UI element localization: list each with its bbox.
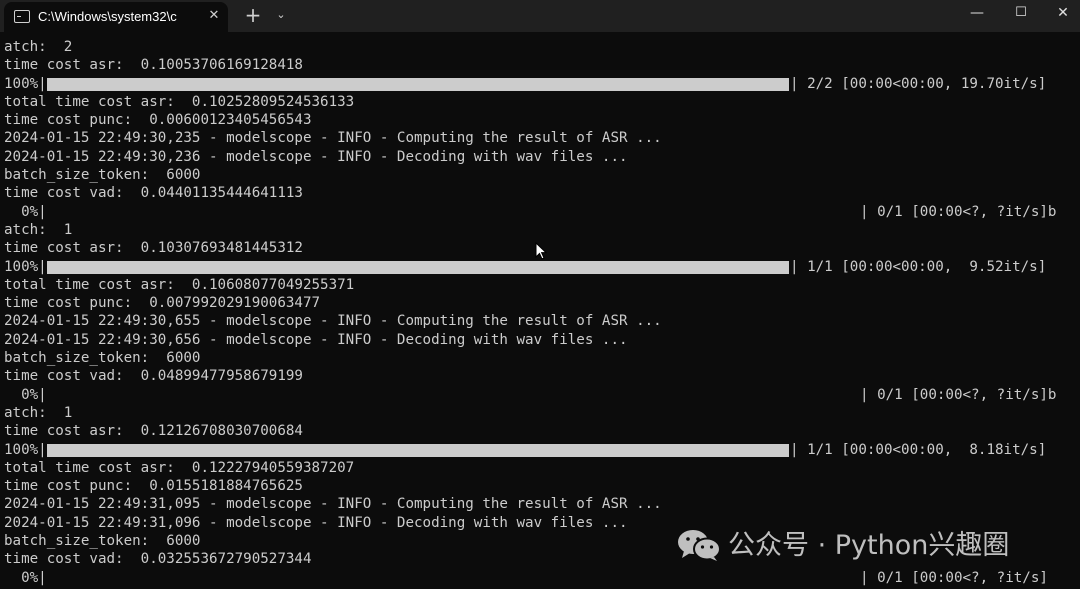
console-line: total time cost asr: 0.10252809524536133 bbox=[4, 93, 355, 110]
progress-percent: 100%| bbox=[4, 258, 47, 275]
tab-close-icon[interactable]: ✕ bbox=[204, 6, 224, 26]
console-line: time cost punc: 0.00600123405456543 bbox=[4, 112, 312, 129]
chevron-down-icon[interactable]: ⌄ bbox=[270, 3, 292, 27]
console-line: batch_size_token: 6000 bbox=[4, 350, 201, 367]
terminal-tab[interactable]: C:\Windows\system32\c ✕ bbox=[4, 2, 228, 32]
mouse-cursor-icon bbox=[535, 242, 547, 260]
progress-percent: 100%| bbox=[4, 75, 47, 92]
progress-stats: | 0/1 [00:00<?, ?it/s]b bbox=[860, 203, 1057, 220]
watermark: 公众号 · Python兴趣圈 bbox=[676, 524, 1056, 568]
console-line: time cost punc: 0.0155181884765625 bbox=[4, 478, 303, 495]
close-window-button[interactable]: ✕ bbox=[1040, 0, 1080, 28]
console-line: total time cost asr: 0.12227940559387207 bbox=[4, 459, 355, 476]
new-tab-button[interactable]: + bbox=[240, 3, 266, 27]
console-line: 2024-01-15 22:49:30,655 - modelscope - I… bbox=[4, 313, 662, 330]
console-line: total time cost asr: 0.10608077049255371 bbox=[4, 276, 355, 293]
console-output[interactable]: atch: 2 time cost asr: 0.1005370616912841… bbox=[4, 38, 1076, 587]
progress-bar-line: 0%| | 0/1 [00:00<?, ?it/s]b bbox=[4, 386, 1076, 404]
watermark-text: 公众号 · Python兴趣圈 bbox=[728, 530, 1010, 561]
progress-stats: | 1/1 [00:00<00:00, 9.52it/s] bbox=[790, 258, 1047, 275]
console-line: 2024-01-15 22:49:31,095 - modelscope - I… bbox=[4, 496, 662, 513]
progress-stats: | 0/1 [00:00<?, ?it/s]b bbox=[860, 386, 1057, 403]
progress-bar-line: 0%| | 0/1 [00:00<?, ?it/s] bbox=[4, 569, 1076, 587]
console-line: time cost vad: 0.04899477958679199 bbox=[4, 368, 303, 385]
console-line: 2024-01-15 22:49:30,235 - modelscope - I… bbox=[4, 130, 662, 147]
progress-bar-line: 100%| | 1/1 [00:00<00:00, 9.52it/s] bbox=[4, 258, 1076, 276]
progress-percent: 0%| bbox=[4, 569, 47, 586]
console-line: 2024-01-15 22:49:30,236 - modelscope - I… bbox=[4, 148, 628, 165]
progress-percent: 100%| bbox=[4, 441, 47, 458]
tab-title: C:\Windows\system32\c bbox=[38, 9, 177, 24]
progress-bar-line: 0%| | 0/1 [00:00<?, ?it/s]b bbox=[4, 203, 1076, 221]
progress-stats: | 2/2 [00:00<00:00, 19.70it/s] bbox=[790, 75, 1047, 92]
progress-percent: 0%| bbox=[4, 386, 47, 403]
console-line: time cost punc: 0.007992029190063477 bbox=[4, 295, 321, 312]
progress-bar-fill bbox=[47, 443, 789, 457]
title-bar: C:\Windows\system32\c ✕ + ⌄ — ☐ ✕ bbox=[0, 0, 1080, 32]
console-line: atch: 1 bbox=[4, 221, 73, 238]
console-line: batch_size_token: 6000 bbox=[4, 167, 201, 184]
console-line: 2024-01-15 22:49:30,656 - modelscope - I… bbox=[4, 331, 628, 348]
progress-bar-line: 100%| | 2/2 [00:00<00:00, 19.70it/s] bbox=[4, 75, 1076, 93]
console-line: atch: 2 bbox=[4, 39, 73, 55]
progress-bar-line: 100%| | 1/1 [00:00<00:00, 8.18it/s] bbox=[4, 441, 1076, 459]
progress-stats: | 0/1 [00:00<?, ?it/s] bbox=[860, 569, 1048, 586]
console-line: atch: 1 bbox=[4, 404, 73, 421]
progress-bar-fill bbox=[47, 77, 789, 91]
terminal-icon bbox=[14, 10, 30, 23]
console-line: time cost asr: 0.10053706169128418 bbox=[4, 57, 303, 74]
minimize-button[interactable]: — bbox=[954, 0, 1000, 28]
progress-percent: 0%| bbox=[4, 203, 47, 220]
maximize-button[interactable]: ☐ bbox=[998, 0, 1044, 28]
console-line: time cost asr: 0.12126708030700684 bbox=[4, 423, 303, 440]
console-line: time cost vad: 0.04401135444641113 bbox=[4, 185, 303, 202]
progress-bar-fill bbox=[47, 260, 789, 274]
wechat-icon bbox=[678, 530, 721, 561]
progress-stats: | 1/1 [00:00<00:00, 8.18it/s] bbox=[790, 441, 1047, 458]
